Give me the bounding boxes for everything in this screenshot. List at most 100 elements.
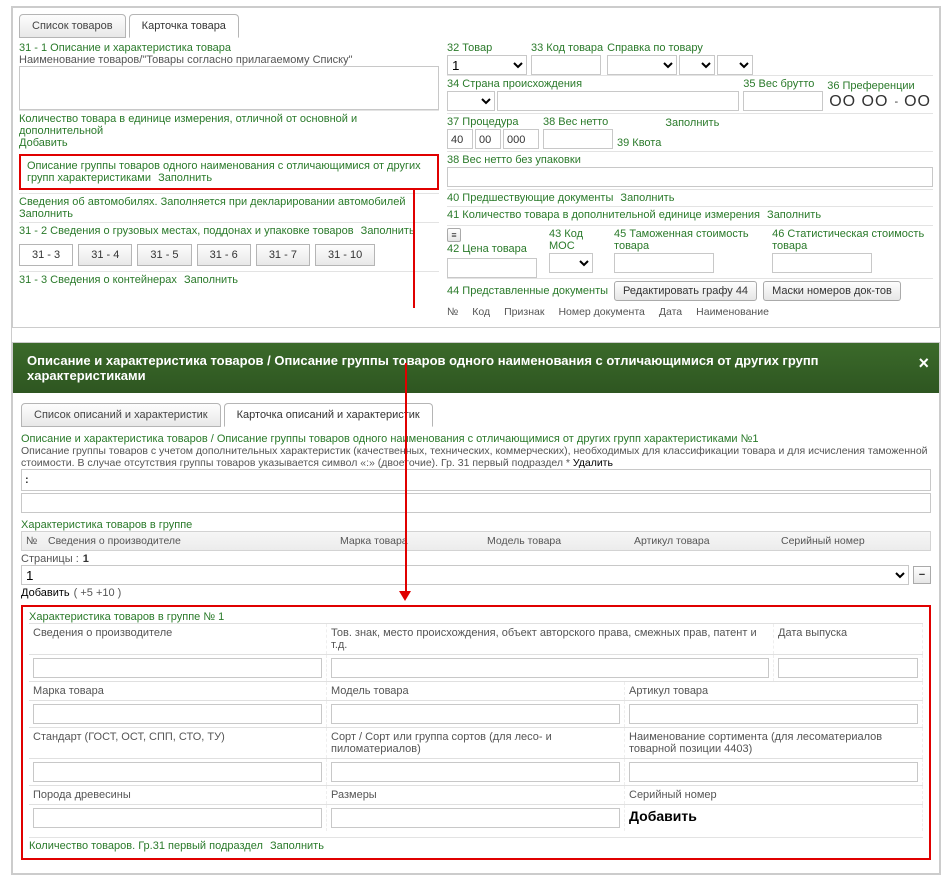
qty-31-fill-link[interactable]: Заполнить	[270, 840, 324, 852]
r3-naim-input[interactable]	[629, 762, 918, 782]
col-45-input[interactable]	[614, 253, 714, 273]
col-34-select[interactable]	[447, 91, 495, 111]
r2-mark: Марка товара	[29, 682, 327, 700]
col-40-label: 40 Предшествующие документы	[447, 192, 613, 204]
numtab-31-6[interactable]: 31 - 6	[197, 244, 251, 266]
r2-model: Модель товара	[327, 682, 625, 700]
r3-naim: Наименование сортимента (для лесоматериа…	[625, 728, 923, 758]
panel2-note: Описание группы товаров с учетом дополни…	[21, 445, 931, 469]
r4-size-input[interactable]	[331, 808, 620, 828]
r4-wood-input[interactable]	[33, 808, 322, 828]
col-40-fill-link[interactable]: Заполнить	[620, 192, 674, 204]
section-31-2-fill-link[interactable]: Заполнить	[361, 225, 415, 237]
leg-nd: Номер документа	[558, 306, 644, 318]
col-38-input[interactable]	[543, 129, 613, 149]
col-35-label: 35 Вес брутто	[743, 78, 823, 90]
th-mark: Марка товара	[340, 535, 485, 547]
section-31-2-label: 31 - 2 Сведения о грузовых местах, поддо…	[19, 225, 354, 237]
col-37-c[interactable]: 000	[503, 129, 539, 149]
auto-fill-link[interactable]: Заполнить	[19, 208, 73, 220]
pref-oo-1: ОО ОО	[827, 93, 890, 111]
col-46-label: 46 Статистическая стоимость товара	[772, 228, 933, 252]
numtab-31-7[interactable]: 31 - 7	[256, 244, 310, 266]
doc-masks-button[interactable]: Маски номеров док-тов	[763, 281, 901, 301]
close-icon[interactable]: ×	[918, 353, 929, 374]
page-select[interactable]: 1	[21, 565, 909, 585]
col-38f-input[interactable]	[447, 167, 933, 187]
add-big-link[interactable]: Добавить	[629, 808, 697, 824]
r3-sort: Сорт / Сорт или группа сортов (для лесо-…	[327, 728, 625, 758]
r2-art-input[interactable]	[629, 704, 918, 724]
r3-std-input[interactable]	[33, 762, 322, 782]
delete-link[interactable]: Удалить	[573, 457, 613, 469]
r3-sort-input[interactable]	[331, 762, 620, 782]
group-colon-input[interactable]: :	[21, 469, 931, 491]
th-prod: Сведения о производителе	[48, 535, 338, 547]
add-row-hint: ( +5 +10 )	[74, 587, 122, 599]
leg-naim: Наименование	[696, 306, 769, 318]
tab-goods-list[interactable]: Список товаров	[19, 14, 126, 38]
tab-desc-card[interactable]: Карточка описаний и характеристик	[224, 403, 433, 427]
col-39-fill-link[interactable]: Заполнить	[665, 117, 719, 129]
auto-info-label: Сведения об автомобилях. Заполняется при…	[19, 196, 405, 208]
col-41-fill-link[interactable]: Заполнить	[767, 209, 821, 221]
sprav-select-1[interactable]	[607, 55, 677, 75]
panel2-breadcrumb: Описание и характеристика товаров / Опис…	[21, 433, 931, 445]
tab-desc-list[interactable]: Список описаний и характеристик	[21, 403, 221, 427]
add-qty-link[interactable]: Добавить	[19, 137, 68, 149]
r1-prod-input[interactable]	[33, 658, 322, 678]
numtab-31-10[interactable]: 31 - 10	[315, 244, 375, 266]
r4-wood: Порода древесины	[29, 786, 327, 804]
tab-goods-card[interactable]: Карточка товара	[129, 14, 239, 38]
r3-std: Стандарт (ГОСТ, ОСТ, СПП, СТО, ТУ)	[29, 728, 327, 758]
leg-no: №	[447, 306, 458, 318]
r2-model-input[interactable]	[331, 704, 620, 724]
r1-prod: Сведения о производителе	[29, 624, 327, 654]
th-ser: Серийный номер	[781, 535, 926, 547]
group-desc-highlight-box: Описание группы товаров одного наименова…	[19, 154, 439, 190]
add-row-link[interactable]: Добавить	[21, 587, 70, 599]
th-model: Модель товара	[487, 535, 632, 547]
col-43-label: 43 Код МОС	[549, 228, 602, 252]
col-42-input[interactable]	[447, 258, 537, 278]
numtab-31-3[interactable]: 31 - 3	[19, 244, 73, 266]
pref-oo-2: ОО	[902, 93, 933, 111]
goods-name-input[interactable]	[19, 66, 439, 110]
remove-row-button[interactable]: −	[913, 566, 931, 584]
sprav-select-2[interactable]	[679, 55, 715, 75]
group-desc-label: Описание группы товаров одного наименова…	[27, 160, 421, 184]
col-33-label: 33 Код товара	[531, 42, 603, 54]
numtab-31-5[interactable]: 31 - 5	[137, 244, 191, 266]
col-32-select[interactable]: 1	[447, 55, 527, 75]
section-31-3-fill-link[interactable]: Заполнить	[184, 274, 238, 286]
col-43-select[interactable]	[549, 253, 593, 273]
group-desc-fill-link[interactable]: Заполнить	[158, 172, 212, 184]
sprav-select-3[interactable]	[717, 55, 753, 75]
r2-mark-input[interactable]	[33, 704, 322, 724]
edit-col-44-button[interactable]: Редактировать графу 44	[614, 281, 757, 301]
numtab-31-4[interactable]: 31 - 4	[78, 244, 132, 266]
qty-other-unit-label: Количество товара в единице измерения, о…	[19, 113, 357, 137]
col-35-input[interactable]	[743, 91, 823, 111]
r4-ser: Серийный номер	[625, 786, 923, 804]
leg-priz: Признак	[504, 306, 544, 318]
pages-label: Страницы :	[21, 553, 79, 565]
col-36-label: 36 Преференции	[827, 80, 933, 92]
r4-size: Размеры	[327, 786, 625, 804]
group-desc-input-2[interactable]	[21, 493, 931, 513]
col-37-b[interactable]: 00	[475, 129, 501, 149]
col-37-a[interactable]: 40	[447, 129, 473, 149]
col-34-input[interactable]	[497, 91, 739, 111]
col-44-label: 44 Представленные документы	[447, 285, 608, 297]
section-31-1-title: 31 - 1 Описание и характеристика товара	[19, 42, 439, 54]
r1-date-input[interactable]	[778, 658, 918, 678]
col-46-input[interactable]	[772, 253, 872, 273]
calc-icon[interactable]: ≡	[447, 228, 461, 242]
col-34-label: 34 Страна происхождения	[447, 78, 739, 90]
col-33-input[interactable]	[531, 55, 601, 75]
col-41-label: 41 Количество товара в дополнительной ед…	[447, 209, 760, 221]
r1-tov-input[interactable]	[331, 658, 769, 678]
th-art: Артикул товара	[634, 535, 779, 547]
col-38-label: 38 Вес нетто	[543, 116, 613, 128]
char-group-title: Характеристика товаров в группе	[21, 519, 931, 531]
